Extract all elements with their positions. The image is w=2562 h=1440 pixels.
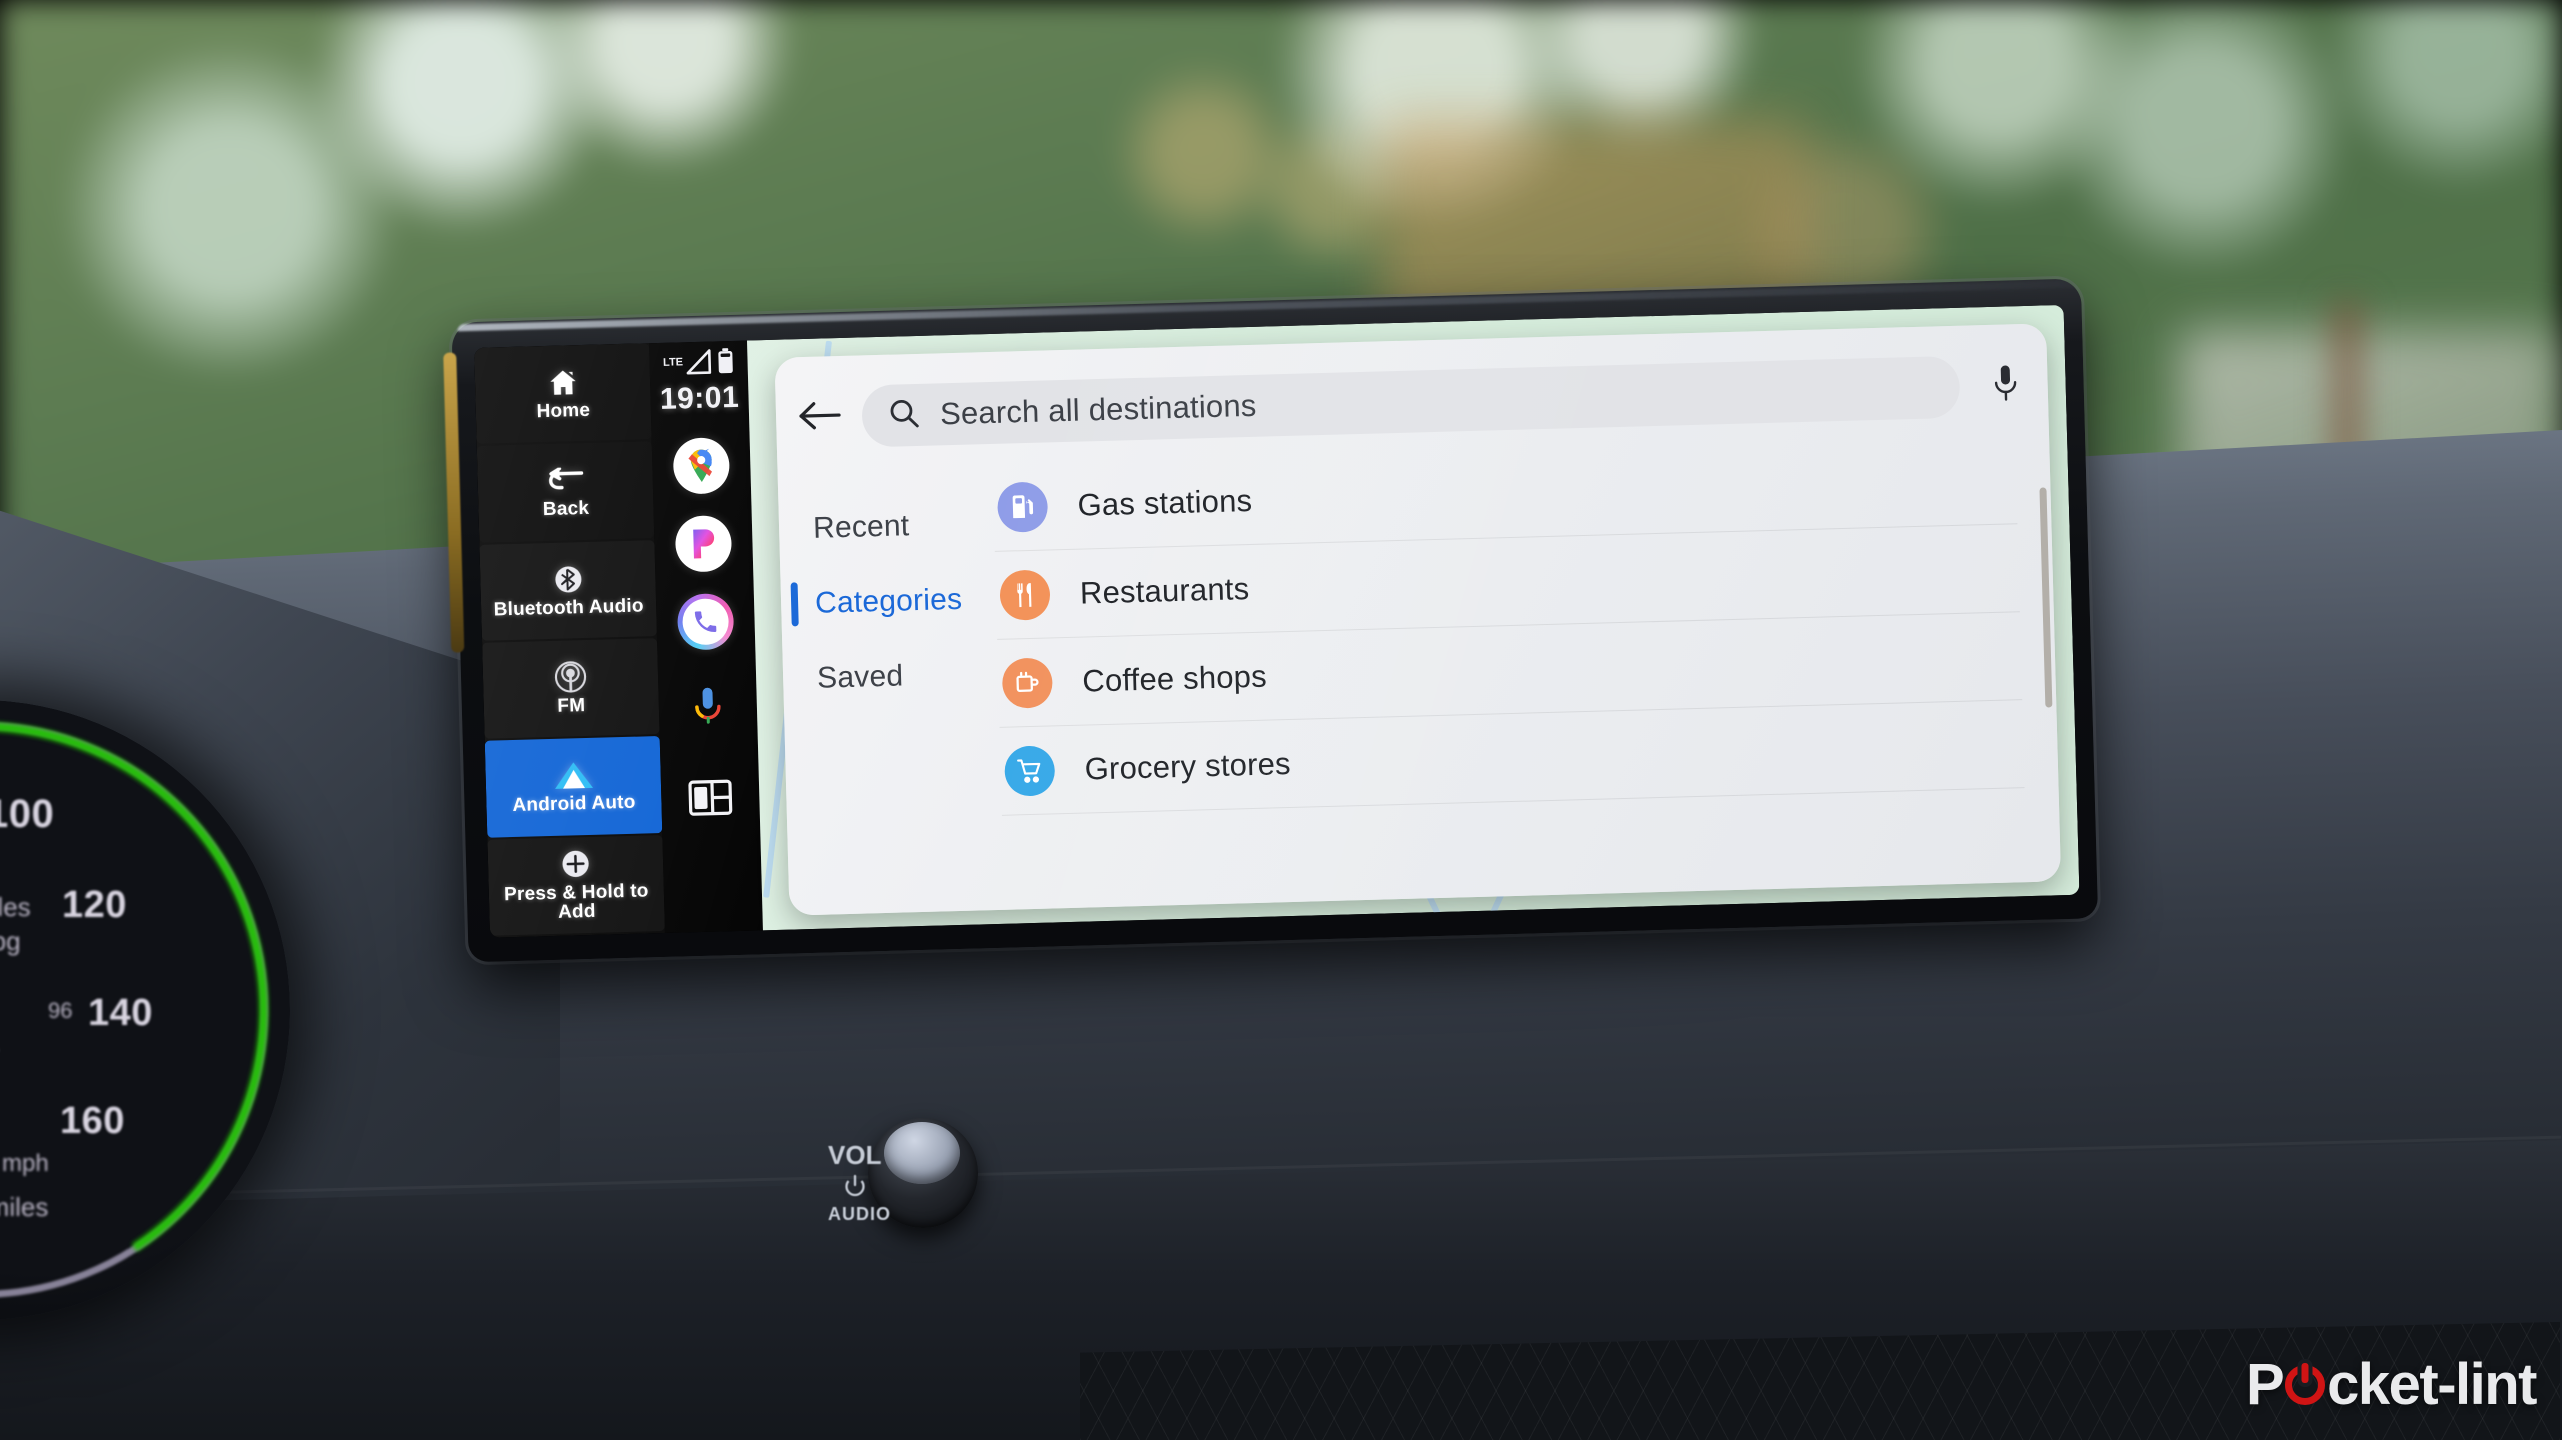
rail-button-home[interactable]: Home bbox=[474, 343, 652, 445]
back-arrow-icon bbox=[797, 398, 842, 438]
rail-button-bluetooth-audio[interactable]: Bluetooth Audio bbox=[479, 539, 657, 641]
app-icon-google-maps[interactable] bbox=[672, 437, 731, 495]
gauge-label-96: 96 bbox=[48, 998, 73, 1023]
android-auto-icon bbox=[552, 759, 595, 792]
photograph-scene: 100 120 140 160 miles mpg 96 les mph 4 m… bbox=[0, 0, 2562, 1440]
list-item-label: Gas stations bbox=[1077, 482, 1253, 523]
tab-categories[interactable]: Categories bbox=[780, 561, 997, 642]
panel-tab-list: Recent Categories Saved bbox=[778, 464, 1005, 916]
status-icons: LTE bbox=[662, 348, 735, 381]
voice-search-button[interactable] bbox=[1977, 362, 2048, 409]
rail-label-android-auto: Android Auto bbox=[512, 792, 636, 817]
search-input-field[interactable]: Search all destinations bbox=[861, 355, 1961, 448]
panel-back-button[interactable] bbox=[776, 397, 863, 438]
rail-label-bluetooth-audio: Bluetooth Audio bbox=[493, 595, 644, 621]
gauge-label-miles: miles bbox=[0, 892, 31, 922]
home-icon bbox=[546, 366, 579, 399]
gauge-tick-100: 100 bbox=[0, 792, 55, 836]
rail-button-press-hold-to-add[interactable]: Press & Hold to Add bbox=[487, 834, 665, 936]
shopping-cart-icon bbox=[1004, 744, 1056, 797]
gauge-tick-160: 160 bbox=[60, 1100, 125, 1142]
status-and-app-strip: LTE 19:01 bbox=[649, 340, 763, 933]
pocket-lint-watermark: P cket-lint bbox=[2245, 1351, 2538, 1418]
battery-icon bbox=[718, 348, 735, 379]
coffee-cup-icon bbox=[1001, 656, 1054, 709]
bluetooth-icon bbox=[551, 563, 584, 596]
search-icon bbox=[888, 396, 921, 434]
list-item-label: Restaurants bbox=[1079, 570, 1250, 611]
plus-circle-icon bbox=[560, 848, 592, 881]
rail-label-home: Home bbox=[536, 399, 591, 423]
network-type-label: LTE bbox=[662, 356, 684, 369]
rail-label-fm: FM bbox=[557, 695, 586, 717]
microphone-icon bbox=[1992, 363, 2019, 409]
back-arrow-icon bbox=[545, 464, 586, 497]
gauge-label-mph: mph bbox=[2, 1150, 49, 1177]
watermark-text-after: cket-lint bbox=[2327, 1352, 2537, 1417]
tab-recent[interactable]: Recent bbox=[778, 486, 995, 567]
volume-knob-assembly: VOL AUDIO bbox=[828, 1112, 1018, 1272]
search-placeholder: Search all destinations bbox=[939, 387, 1257, 432]
tab-label-recent: Recent bbox=[812, 508, 910, 545]
gas-pump-icon bbox=[996, 480, 1049, 533]
app-icon-split-screen[interactable] bbox=[682, 769, 739, 826]
rail-label-back: Back bbox=[542, 498, 590, 521]
tab-label-saved: Saved bbox=[816, 658, 904, 695]
tab-label-categories: Categories bbox=[814, 582, 963, 620]
destination-search-panel: Search all destinations Recent Categorie… bbox=[774, 323, 2062, 916]
rail-button-android-auto[interactable]: Android Auto bbox=[484, 736, 663, 838]
tab-selected-indicator bbox=[790, 582, 799, 627]
display-screen: Home Back Bluetooth Audio FM Android Aut… bbox=[474, 304, 2080, 938]
clock-time: 19:01 bbox=[659, 380, 740, 416]
rail-button-back[interactable]: Back bbox=[476, 441, 655, 543]
panel-body: Recent Categories Saved Gas stations Res… bbox=[778, 435, 2062, 915]
radio-broadcast-icon bbox=[554, 661, 588, 694]
tab-saved[interactable]: Saved bbox=[782, 636, 999, 717]
infotainment-head-unit: Home Back Bluetooth Audio FM Android Aut… bbox=[443, 278, 2099, 963]
power-icon bbox=[842, 1174, 868, 1205]
rail-label-press-hold-to-add: Press & Hold to Add bbox=[503, 880, 649, 924]
rail-button-fm[interactable]: FM bbox=[482, 638, 660, 740]
gauge-label-mpg: mpg bbox=[0, 926, 21, 956]
list-item-label: Grocery stores bbox=[1084, 745, 1292, 787]
list-item-label: Coffee shops bbox=[1081, 658, 1268, 699]
gauge-tick-140: 140 bbox=[88, 992, 153, 1034]
power-button-icon bbox=[2285, 1364, 2326, 1405]
category-list: Gas stations Restaurants Coffee shops Gr… bbox=[992, 435, 2061, 909]
volume-knob-cap[interactable] bbox=[884, 1122, 960, 1184]
app-icon-assistant-mic[interactable] bbox=[679, 679, 736, 736]
gauge-tick-120: 120 bbox=[62, 884, 127, 926]
knob-label-vol: VOL bbox=[828, 1140, 882, 1170]
watermark-text-before: P bbox=[2245, 1352, 2285, 1417]
system-control-rail: Home Back Bluetooth Audio FM Android Aut… bbox=[474, 343, 665, 938]
fork-knife-icon bbox=[999, 568, 1051, 621]
gauge-label-trip: 4 miles bbox=[0, 1192, 49, 1222]
app-icon-pandora[interactable] bbox=[674, 515, 733, 573]
signal-triangle-icon bbox=[686, 348, 713, 380]
list-scrollbar-thumb[interactable] bbox=[2039, 487, 2053, 708]
knob-label-audio: AUDIO bbox=[828, 1204, 891, 1224]
app-icon-phone[interactable] bbox=[676, 593, 735, 651]
